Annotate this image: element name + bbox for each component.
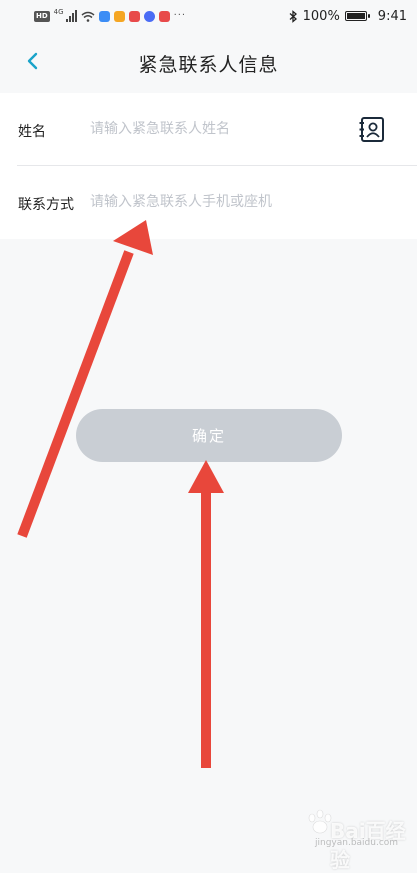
arrow-to-contact-input	[17, 220, 153, 538]
name-input[interactable]	[90, 117, 345, 141]
battery-icon	[344, 11, 370, 21]
network-type: 4G	[53, 8, 64, 16]
contact-book-icon[interactable]	[358, 116, 386, 143]
app-q-icon	[98, 10, 110, 22]
status-left: HD 4G ···	[34, 8, 187, 23]
more-indicator: ···	[173, 10, 187, 21]
app-play-icon	[113, 10, 125, 22]
app-red-icon	[128, 10, 140, 22]
watermark-sub: jingyan.baidu.com	[315, 838, 399, 848]
name-row: 姓名	[0, 93, 417, 166]
page-title: 紧急联系人信息	[138, 54, 279, 76]
bluetooth-icon	[289, 9, 297, 23]
nav-bar: 紧急联系人信息	[0, 32, 417, 92]
name-label: 姓名	[18, 124, 46, 140]
contact-label: 联系方式	[18, 197, 74, 213]
battery-percent: 100%	[302, 8, 340, 24]
contact-input[interactable]	[90, 190, 345, 214]
status-right: 100% 9:41	[289, 7, 407, 25]
hd-badge: HD	[34, 10, 50, 22]
contact-form: 姓名 联系方式	[0, 93, 417, 239]
contact-row: 联系方式	[0, 166, 417, 239]
signal-icon	[65, 10, 77, 22]
confirm-button[interactable]: 确定	[76, 409, 342, 462]
wifi-icon	[81, 11, 95, 22]
arrow-to-confirm-button	[188, 460, 224, 768]
status-bar: HD 4G ··· 100% 9:41	[0, 0, 417, 32]
app-red2-icon	[158, 10, 170, 22]
clock: 9:41	[377, 8, 407, 24]
app-music-icon	[143, 10, 155, 22]
screen: HD 4G ··· 100% 9:41 紧急联系人信息 姓名 请输入紧急联系人姓…	[0, 0, 417, 872]
